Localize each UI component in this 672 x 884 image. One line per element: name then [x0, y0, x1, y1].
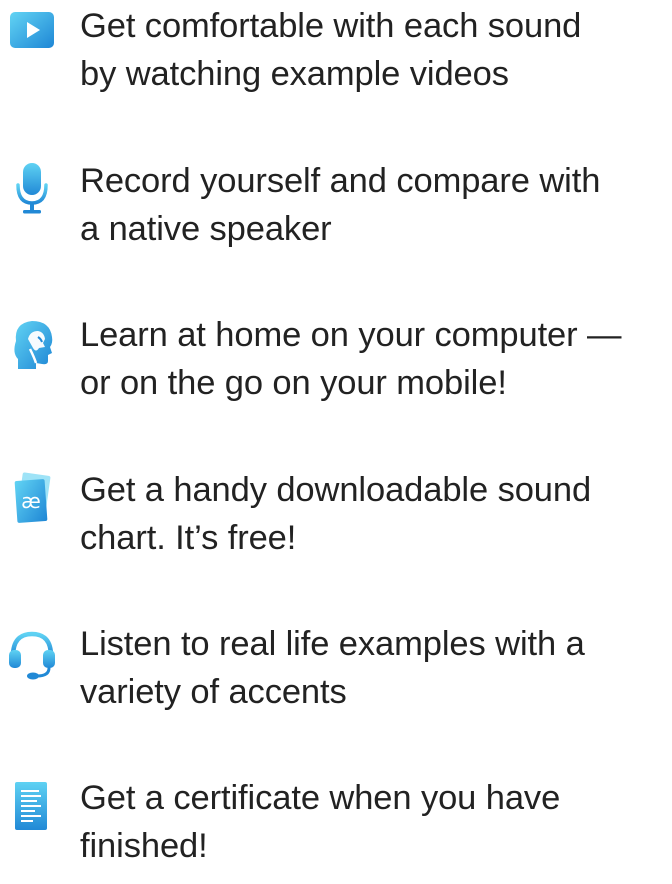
feature-item-listen: Listen to real life examples with a vari…	[0, 620, 672, 730]
feature-text: Learn at home on your computer — or on t…	[80, 316, 622, 402]
sound-chart-glyph: æ	[21, 489, 41, 513]
feature-text: Get a certificate when you have finished…	[80, 779, 561, 865]
play-video-icon	[6, 10, 58, 62]
feature-item-learn: Learn at home on your computer — or on t…	[0, 311, 672, 421]
feature-text: Record yourself and compare with a nativ…	[80, 162, 601, 248]
feature-text: Get a handy downloadable sound chart. It…	[80, 471, 592, 557]
head-profile-icon	[6, 317, 58, 369]
feature-item-sound-chart: æ Get a handy downloadable sound chart. …	[0, 466, 672, 576]
microphone-icon	[6, 161, 58, 214]
sound-chart-cards-icon: æ	[6, 472, 58, 524]
headset-icon	[6, 628, 58, 680]
feature-list: Get comfortable with each sound by watch…	[0, 0, 672, 865]
feature-item-certificate: Get a certificate when you have finished…	[0, 774, 672, 884]
feature-item-record: Record yourself and compare with a nativ…	[0, 157, 672, 267]
feature-text: Get comfortable with each sound by watch…	[80, 7, 582, 93]
feature-item-videos: Get comfortable with each sound by watch…	[0, 2, 672, 112]
feature-text: Listen to real life examples with a vari…	[80, 625, 585, 711]
certificate-document-icon	[6, 780, 58, 832]
